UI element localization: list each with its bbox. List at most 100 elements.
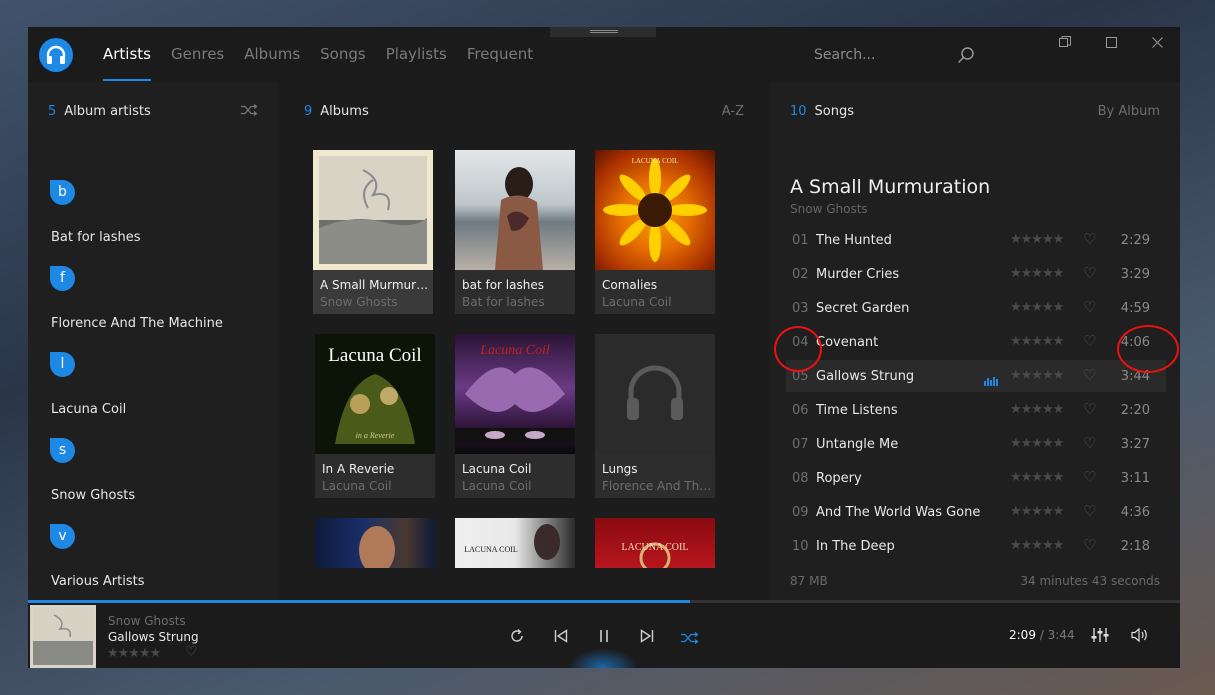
song-row[interactable]: 06 Time Listens ★★★★★ ♡ 2:20 (786, 394, 1166, 426)
album-card[interactable]: LACUNA COIL (455, 518, 575, 568)
album-card[interactable]: LACUNA COIL (595, 518, 715, 568)
letter-badge-v[interactable]: v (50, 524, 75, 549)
restore-icon[interactable] (1042, 27, 1088, 57)
albums-header: 9 Albums A-Z (304, 104, 744, 119)
track-rating[interactable]: ★★★★★ (1010, 266, 1064, 281)
track-number: 01 (792, 233, 809, 248)
track-number: 05 (792, 369, 809, 384)
track-rating[interactable]: ★★★★★ (1010, 504, 1064, 519)
track-number: 03 (792, 301, 809, 316)
heart-icon[interactable]: ♡ (1083, 434, 1096, 452)
now-playing-cover[interactable] (30, 605, 96, 668)
letter-badge-l[interactable]: l (50, 352, 75, 377)
tab-artists[interactable]: Artists (103, 45, 151, 81)
album-cover (315, 518, 435, 568)
previous-icon[interactable] (554, 628, 568, 647)
album-artist: Bat for lashes (462, 295, 545, 309)
track-rating[interactable]: ★★★★★ (1010, 402, 1064, 417)
song-row[interactable]: 08 Ropery ★★★★★ ♡ 3:11 (786, 462, 1166, 494)
selected-album-artist: Snow Ghosts (790, 202, 868, 216)
artist-item[interactable]: Lacuna Coil (51, 402, 126, 417)
song-row[interactable]: 03 Secret Garden ★★★★★ ♡ 4:59 (786, 292, 1166, 324)
track-rating[interactable]: ★★★★★ (1010, 334, 1064, 349)
shuffle-icon[interactable] (241, 104, 258, 120)
heart-icon[interactable]: ♡ (1083, 536, 1096, 554)
artist-item[interactable]: Various Artists (51, 574, 145, 589)
time-position: 2:09 (1009, 628, 1036, 642)
next-icon[interactable] (640, 628, 654, 647)
track-number: 09 (792, 505, 809, 520)
album-cover: Lacuna Coil in a Reverie (315, 334, 435, 454)
heart-icon[interactable]: ♡ (1083, 298, 1096, 316)
heart-icon[interactable]: ♡ (1083, 230, 1096, 248)
track-title: In The Deep (816, 539, 895, 554)
track-title: And The World Was Gone (816, 505, 981, 520)
songs-footer: 87 MB 34 minutes 43 seconds (790, 574, 1160, 588)
track-rating[interactable]: ★★★★★ (1010, 232, 1064, 247)
heart-icon[interactable]: ♡ (1083, 468, 1096, 486)
song-row[interactable]: 05 Gallows Strung ★★★★★ ♡ 3:44 (786, 360, 1166, 392)
track-title: Ropery (816, 471, 862, 486)
track-number: 04 (792, 335, 809, 350)
letter-badge-f[interactable]: f (50, 266, 75, 291)
song-row[interactable]: 10 In The Deep ★★★★★ ♡ 2:18 (786, 530, 1166, 562)
song-row[interactable]: 07 Untangle Me ★★★★★ ♡ 3:27 (786, 428, 1166, 460)
track-rating[interactable]: ★★★★★ (1010, 470, 1064, 485)
album-card[interactable]: Lacuna Coil Lacuna Coil Lacuna Coil (455, 334, 575, 498)
album-card[interactable]: LACUNA COIL Comalies Lacuna Coil (595, 150, 715, 314)
album-card[interactable] (315, 518, 435, 568)
albums-count: 9 (304, 104, 313, 119)
heart-icon[interactable]: ♡ (1083, 502, 1096, 520)
heart-icon[interactable]: ♡ (1083, 332, 1096, 350)
progress-bar[interactable] (28, 600, 1180, 603)
volume-icon[interactable] (1131, 627, 1149, 647)
letter-badge-s[interactable]: s (50, 438, 75, 463)
track-rating[interactable]: ★★★★★ (1010, 368, 1064, 383)
track-rating[interactable]: ★★★★★ (1010, 300, 1064, 315)
heart-icon[interactable]: ♡ (1083, 366, 1096, 384)
drag-handle[interactable] (550, 27, 656, 37)
artist-item[interactable]: Bat for lashes (51, 230, 140, 245)
search-icon[interactable] (957, 46, 975, 68)
close-icon[interactable] (1134, 27, 1180, 57)
heart-icon[interactable]: ♡ (185, 644, 198, 660)
tab-albums[interactable]: Albums (244, 45, 300, 81)
song-row[interactable]: 02 Murder Cries ★★★★★ ♡ 3:29 (786, 258, 1166, 290)
pause-icon[interactable] (599, 628, 609, 647)
mixer-icon[interactable] (1090, 627, 1110, 647)
shuffle-icon[interactable] (681, 629, 699, 648)
songs-count: 10 (790, 104, 807, 119)
headphones-logo-icon[interactable] (39, 38, 73, 72)
albums-sort[interactable]: A-Z (722, 104, 744, 119)
headphones-placeholder-icon (627, 365, 683, 420)
album-length: 34 minutes 43 seconds (1020, 574, 1160, 588)
search-input[interactable]: Search... (814, 47, 875, 63)
maximize-icon[interactable] (1088, 27, 1134, 57)
track-rating[interactable]: ★★★★★ (1010, 538, 1064, 553)
album-card[interactable]: A Small Murmuration Snow Ghosts (313, 150, 433, 314)
artist-item[interactable]: Snow Ghosts (51, 488, 135, 503)
song-row[interactable]: 04 Covenant ★★★★★ ♡ 4:06 (786, 326, 1166, 358)
album-card[interactable]: Lungs Florence And The Machine (595, 334, 715, 498)
album-card[interactable]: bat for lashes Bat for lashes (455, 150, 575, 314)
tab-songs[interactable]: Songs (320, 45, 366, 81)
tab-playlists[interactable]: Playlists (386, 45, 447, 81)
tab-frequent[interactable]: Frequent (467, 45, 533, 81)
repeat-icon[interactable] (509, 628, 525, 648)
artist-item[interactable]: Florence And The Machine (51, 316, 223, 331)
tab-genres[interactable]: Genres (171, 45, 224, 81)
track-duration: 3:29 (1120, 267, 1150, 282)
songs-sort[interactable]: By Album (1098, 104, 1160, 119)
now-playing-rating[interactable]: ★★★★★ (107, 646, 161, 661)
heart-icon[interactable]: ♡ (1083, 264, 1096, 282)
song-row[interactable]: 01 The Hunted ★★★★★ ♡ 2:29 (786, 224, 1166, 256)
song-row[interactable]: 09 And The World Was Gone ★★★★★ ♡ 4:36 (786, 496, 1166, 528)
album-artist: Florence And The Machine (602, 479, 712, 493)
letter-badge-b[interactable]: b (50, 180, 75, 205)
heart-icon[interactable]: ♡ (1083, 400, 1096, 418)
album-title: bat for lashes (462, 278, 544, 292)
track-title: Untangle Me (816, 437, 899, 452)
songs-panel: 10 Songs By Album A Small Murmuration Sno… (770, 82, 1180, 600)
album-card[interactable]: Lacuna Coil in a Reverie In A Reverie Lac… (315, 334, 435, 498)
track-rating[interactable]: ★★★★★ (1010, 436, 1064, 451)
